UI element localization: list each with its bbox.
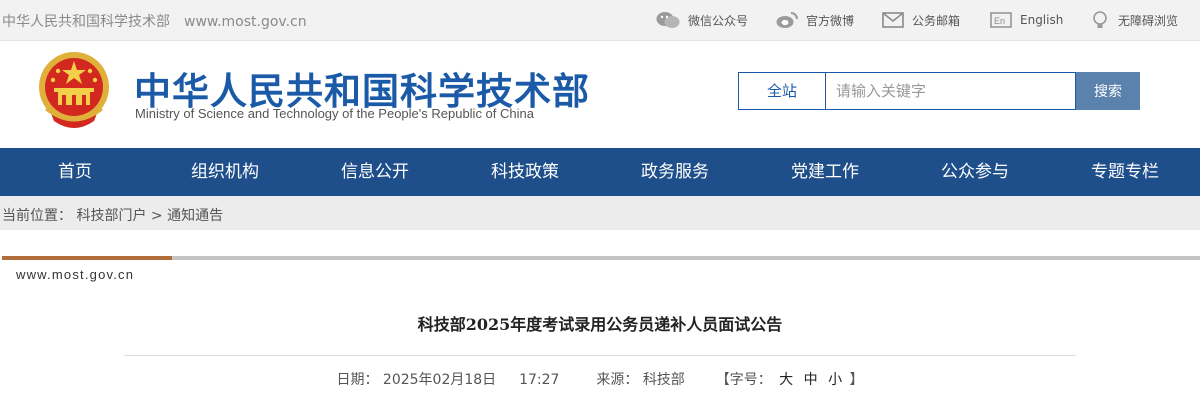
main-nav: 首页 组织机构 信息公开 科技政策 政务服务 党建工作 公众参与 专题专栏 [0,148,1200,196]
publish-time: 17:27 [519,372,560,388]
weibo-link[interactable]: 官方微博 [776,9,854,31]
nav-item-home[interactable]: 首页 [0,148,150,196]
breadcrumb: 当前位置： 科技部门户 > 通知通告 [2,205,223,225]
search-scope-select[interactable]: 全站 [738,72,826,110]
top-site-name: 中华人民共和国科学技术部 [2,14,170,30]
mail-label: 公务邮箱 [912,13,961,28]
nav-item-special-topics[interactable]: 专题专栏 [1050,148,1200,196]
breadcrumb-home-link[interactable]: 科技部门户 [76,208,146,224]
font-size-small-button[interactable]: 小 [828,369,842,389]
search-input[interactable] [826,72,1076,110]
article-meta: 日期： 2025年02月18日 17:27 来源： 科技部 【字号： 大 中 小… [0,369,1200,389]
mail-icon [882,12,904,28]
source-label: 来源： [596,372,639,388]
breadcrumb-bar: 当前位置： 科技部门户 > 通知通告 [0,196,1200,230]
weibo-icon [776,12,798,28]
breadcrumb-separator: > [150,208,163,224]
title-divider [124,355,1076,356]
svg-text:En: En [994,16,1005,26]
english-link[interactable]: En English [990,9,1063,31]
font-size-close: 】 [849,372,864,388]
top-bar: 中华人民共和国科学技术部 www.most.gov.cn 微信公众号 官方微博 公… [0,0,1200,41]
nav-item-organization[interactable]: 组织机构 [150,148,300,196]
top-site-info: 中华人民共和国科学技术部 www.most.gov.cn [2,11,307,31]
font-size-large-button[interactable]: 大 [779,369,793,389]
source-value: 科技部 [642,372,685,388]
nav-item-services[interactable]: 政务服务 [600,148,750,196]
breadcrumb-prefix: 当前位置： [2,208,72,224]
nav-item-information-disclosure[interactable]: 信息公开 [300,148,450,196]
publish-date: 2025年02月18日 [382,372,497,388]
site-watermark: www.most.gov.cn [16,267,135,282]
weibo-label: 官方微博 [806,13,855,28]
divider-accent [2,256,172,260]
breadcrumb-current-link[interactable]: 通知通告 [167,208,223,224]
site-title-english: Ministry of Science and Technology of th… [135,106,534,121]
accessibility-icon [1093,11,1107,28]
search-button[interactable]: 搜索 [1076,72,1140,110]
nav-item-public-participation[interactable]: 公众参与 [900,148,1050,196]
wechat-link[interactable]: 微信公众号 [656,9,748,31]
national-emblem-icon[interactable] [36,49,112,133]
accessibility-link[interactable]: 无障碍浏览 [1090,9,1178,31]
wechat-icon [656,12,680,28]
accessibility-label: 无障碍浏览 [1118,13,1179,28]
font-size-label: 【字号： [715,372,772,388]
english-label: English [1020,13,1064,27]
nav-item-party-building[interactable]: 党建工作 [750,148,900,196]
wechat-label: 微信公众号 [688,13,749,28]
divider-line [172,256,1200,260]
font-size-medium-button[interactable]: 中 [804,369,818,389]
date-label: 日期： [336,372,379,388]
site-header: 中华人民共和国科学技术部 Ministry of Science and Tec… [0,41,1200,148]
article-title: 科技部2025年度考试录用公务员递补人员面试公告 [417,315,783,334]
english-icon: En [990,12,1012,28]
mail-link[interactable]: 公务邮箱 [882,9,960,31]
nav-item-policy[interactable]: 科技政策 [450,148,600,196]
top-site-url: www.most.gov.cn [184,14,307,30]
